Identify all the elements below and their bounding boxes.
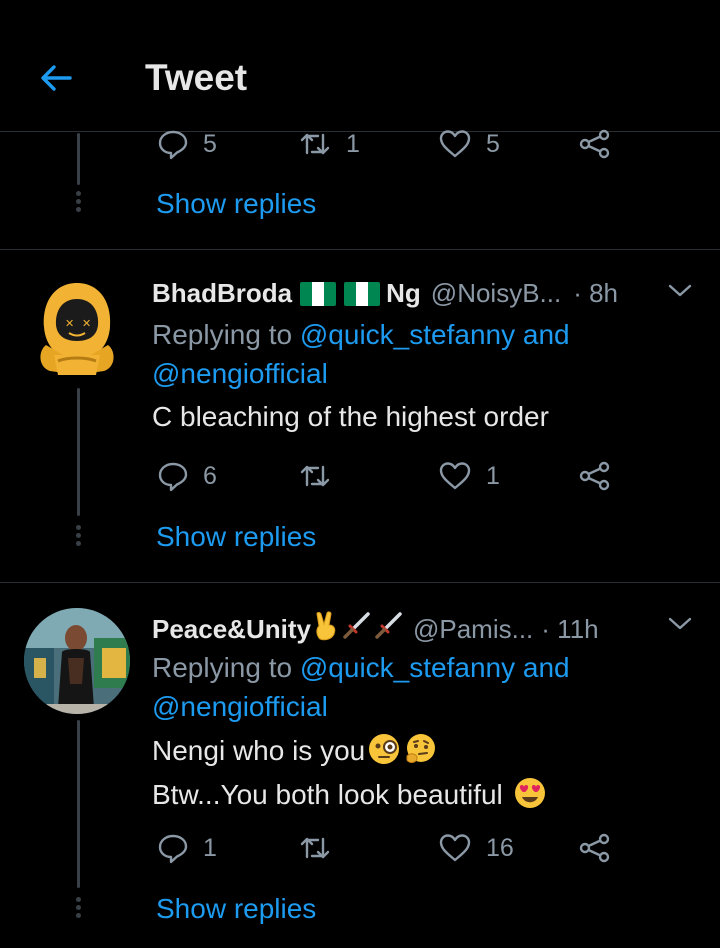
mention-link[interactable]: @nengiofficial bbox=[152, 358, 328, 389]
like-action[interactable]: 5 bbox=[438, 128, 500, 160]
retweet-icon bbox=[300, 133, 330, 155]
nigeria-flag-icon bbox=[300, 281, 337, 306]
dagger-icon bbox=[373, 611, 403, 648]
page-title: Tweet bbox=[145, 57, 248, 98]
back-arrow-icon[interactable] bbox=[36, 58, 76, 98]
avatar[interactable]: ✕ ✕ bbox=[24, 275, 130, 381]
share-action[interactable] bbox=[578, 460, 612, 492]
tweet-time: · 11h bbox=[541, 614, 599, 644]
replying-to: Replying to @quick_stefanny and @nengiof… bbox=[152, 315, 570, 393]
retweet-count: 1 bbox=[346, 129, 360, 158]
nigeria-flag-icon bbox=[344, 281, 381, 306]
share-icon bbox=[579, 833, 610, 863]
author-handle: @Pamis... bbox=[412, 614, 534, 644]
reply-action[interactable]: 5 bbox=[157, 128, 217, 160]
heart-icon bbox=[439, 130, 471, 158]
reply-icon bbox=[158, 130, 188, 160]
replying-to: Replying to @quick_stefanny and @nengiof… bbox=[152, 648, 570, 726]
tweet-text-line: Nengi who is you bbox=[152, 735, 366, 766]
tweet-text: Nengi who is you Btw...You both look bea… bbox=[152, 732, 547, 820]
mention-link[interactable]: @quick_stefanny bbox=[300, 319, 515, 350]
mention-and: and bbox=[522, 652, 570, 683]
tweet-time: · 8h bbox=[573, 278, 619, 308]
tweet-author-line: Peace&Unity @Pamis... · 11h bbox=[152, 611, 599, 648]
reply-action[interactable]: 1 bbox=[157, 832, 217, 864]
thread-more-dots bbox=[74, 897, 82, 921]
author-handle: @NoisyB... bbox=[430, 278, 562, 308]
mention-and: and bbox=[522, 319, 570, 350]
like-count: 5 bbox=[486, 129, 500, 158]
dagger-icon bbox=[341, 611, 371, 648]
author-name-suffix: Ng bbox=[386, 278, 421, 308]
like-count: 1 bbox=[486, 461, 500, 490]
reply-icon bbox=[158, 834, 188, 864]
monocle-face-icon bbox=[367, 732, 401, 776]
top-bar: Tweet bbox=[0, 0, 720, 132]
thread-line bbox=[77, 388, 80, 516]
author-name[interactable]: BhadBroda bbox=[152, 278, 292, 309]
retweet-action[interactable]: 1 bbox=[298, 128, 360, 160]
retweet-action[interactable] bbox=[298, 832, 346, 864]
reply-count: 6 bbox=[203, 461, 217, 490]
retweet-icon bbox=[300, 837, 330, 859]
author-name[interactable]: Peace&Unity bbox=[152, 614, 311, 645]
reply-count: 5 bbox=[203, 129, 217, 158]
svg-text:✕: ✕ bbox=[82, 317, 91, 330]
show-replies-link[interactable]: Show replies bbox=[156, 188, 316, 220]
chevron-down-icon[interactable] bbox=[668, 284, 692, 298]
chevron-down-icon[interactable] bbox=[668, 617, 692, 631]
heart-icon bbox=[439, 834, 471, 862]
heart-icon bbox=[439, 462, 471, 490]
like-action[interactable]: 1 bbox=[438, 460, 500, 492]
tweet-author-line: BhadBroda Ng @NoisyB... · 8h bbox=[152, 278, 618, 309]
mention-link[interactable]: @quick_stefanny bbox=[300, 652, 515, 683]
show-replies-link[interactable]: Show replies bbox=[156, 893, 316, 925]
tweet-text-line: Btw...You both look beautiful bbox=[152, 779, 503, 810]
reply-count: 1 bbox=[203, 833, 217, 862]
thread-more-dots bbox=[74, 191, 82, 215]
svg-text:✕: ✕ bbox=[65, 317, 74, 330]
victory-hand-icon bbox=[313, 611, 339, 648]
tweet-divider bbox=[0, 582, 720, 583]
avatar[interactable] bbox=[24, 608, 130, 714]
like-action[interactable]: 16 bbox=[438, 832, 514, 864]
show-replies-link[interactable]: Show replies bbox=[156, 521, 316, 553]
share-icon bbox=[579, 129, 610, 159]
like-count: 16 bbox=[486, 833, 514, 862]
header-divider bbox=[0, 131, 720, 132]
share-icon bbox=[579, 461, 610, 491]
share-action[interactable] bbox=[578, 832, 612, 864]
tweet-divider bbox=[0, 249, 720, 250]
thread-line bbox=[77, 133, 80, 185]
thread-more-dots bbox=[74, 525, 82, 549]
reply-action[interactable]: 6 bbox=[157, 460, 217, 492]
mention-link[interactable]: @nengiofficial bbox=[152, 691, 328, 722]
replying-prefix: Replying to bbox=[152, 652, 293, 683]
tweet-text: C bleaching of the highest order bbox=[152, 401, 549, 432]
thread-line bbox=[77, 720, 80, 888]
retweet-action[interactable] bbox=[298, 460, 346, 492]
reply-icon bbox=[158, 462, 188, 492]
thinking-face-icon bbox=[403, 732, 437, 776]
heart-eyes-icon bbox=[513, 776, 547, 820]
share-action[interactable] bbox=[578, 128, 612, 160]
retweet-icon bbox=[300, 465, 330, 487]
replying-prefix: Replying to bbox=[152, 319, 293, 350]
